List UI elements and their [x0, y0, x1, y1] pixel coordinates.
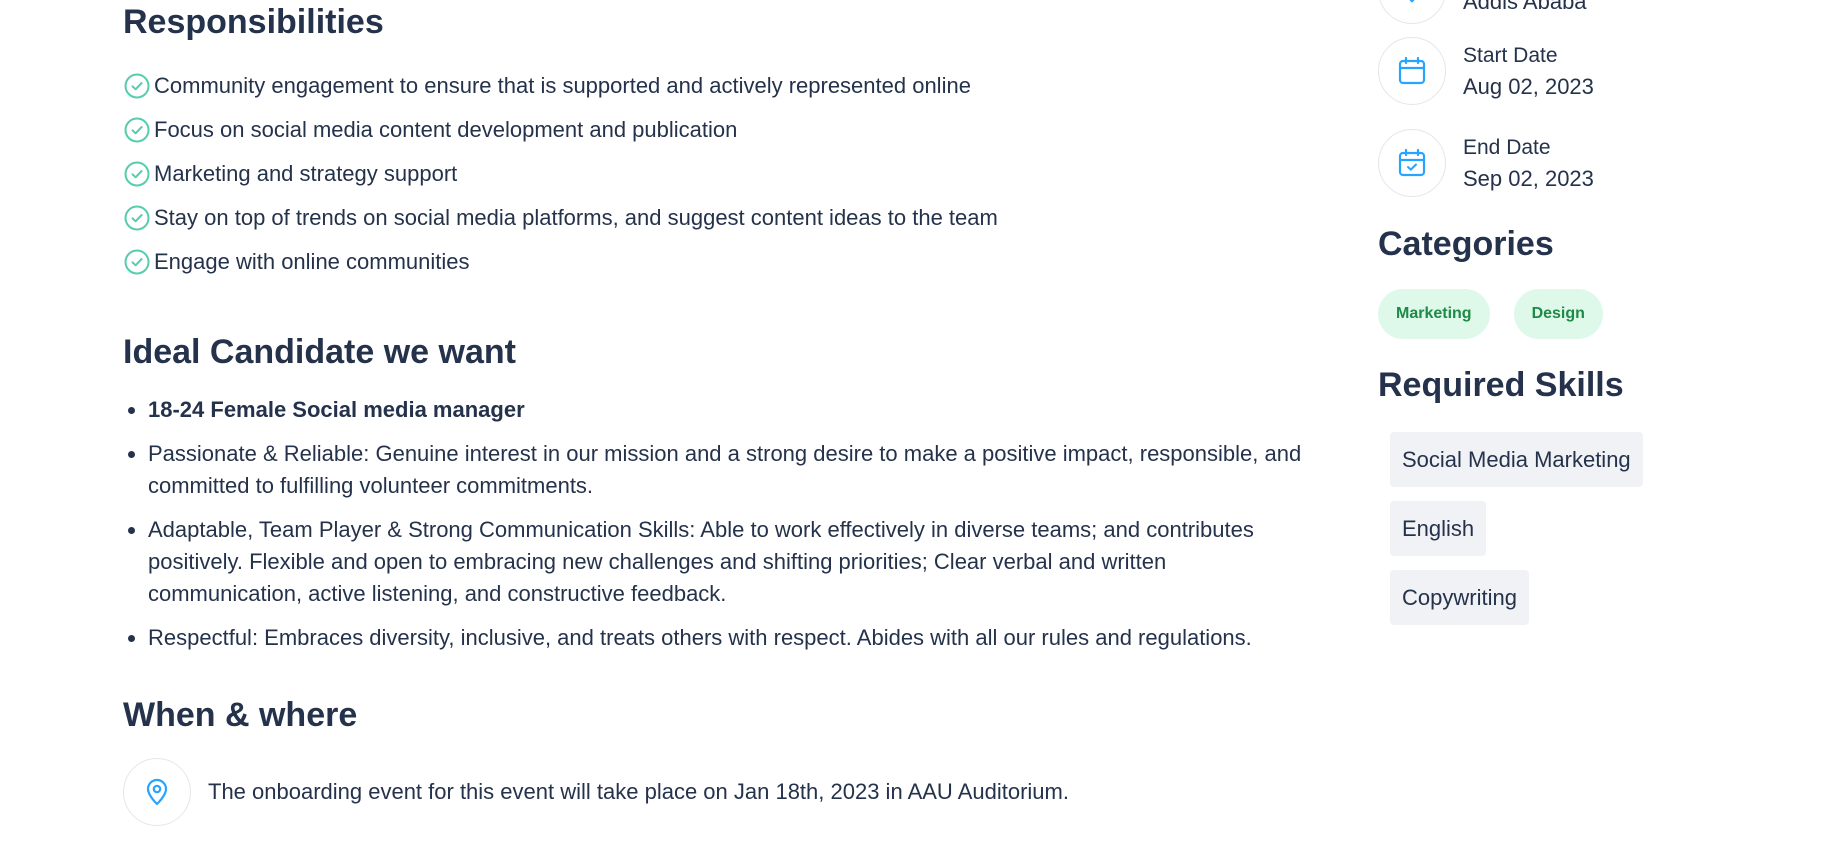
- end-date-value: Sep 02, 2023: [1463, 166, 1594, 191]
- when-where-text: The onboarding event for this event will…: [208, 779, 1069, 804]
- job-detail-page: Responsibilities Community engagement to…: [0, 0, 1821, 862]
- ideal-candidate-list: 18-24 Female Social media manager Passio…: [123, 394, 1303, 666]
- responsibility-text: Focus on social media content developmen…: [154, 117, 738, 142]
- calendar-check-icon: [1378, 129, 1446, 197]
- start-date-label: Start Date: [1463, 44, 1558, 67]
- list-item: 18-24 Female Social media manager: [123, 394, 1303, 426]
- skill-chip: English: [1390, 501, 1487, 556]
- categories-heading: Categories: [1378, 225, 1554, 263]
- responsibilities-list: Community engagement to ensure that is s…: [123, 64, 998, 284]
- check-circle-icon: [123, 116, 151, 144]
- categories-tags: Marketing Design: [1378, 289, 1603, 339]
- list-item: Focus on social media content developmen…: [123, 108, 998, 152]
- check-circle-icon: [123, 248, 151, 276]
- when-where-heading: When & where: [123, 696, 358, 734]
- skills-list: Social Media Marketing English Copywriti…: [1390, 432, 1643, 639]
- category-tag-design[interactable]: Design: [1513, 289, 1603, 339]
- skill-chip: Social Media Marketing: [1390, 432, 1643, 487]
- skill-chip: Copywriting: [1390, 570, 1529, 625]
- location-row: Addis Ababa: [1378, 0, 1587, 24]
- responsibilities-heading: Responsibilities: [123, 3, 384, 41]
- ideal-candidate-heading: Ideal Candidate we want: [123, 333, 516, 371]
- calendar-icon: [1378, 37, 1446, 105]
- required-skills-heading: Required Skills: [1378, 366, 1624, 404]
- location-value: Addis Ababa: [1463, 0, 1587, 14]
- end-date-label: End Date: [1463, 136, 1551, 159]
- list-item: Marketing and strategy support: [123, 152, 998, 196]
- start-date-row: Start Date Aug 02, 2023: [1378, 37, 1594, 105]
- responsibility-text: Engage with online communities: [154, 249, 470, 274]
- check-circle-icon: [123, 72, 151, 100]
- start-date-value: Aug 02, 2023: [1463, 74, 1594, 99]
- location-pin-icon: [123, 758, 191, 826]
- check-circle-icon: [123, 204, 151, 232]
- responsibility-text: Stay on top of trends on social media pl…: [154, 205, 998, 230]
- list-item: Passionate & Reliable: Genuine interest …: [123, 438, 1303, 502]
- list-item: Respectful: Embraces diversity, inclusiv…: [123, 622, 1303, 654]
- list-item: Stay on top of trends on social media pl…: [123, 196, 998, 240]
- category-tag-marketing[interactable]: Marketing: [1378, 289, 1490, 339]
- end-date-row: End Date Sep 02, 2023: [1378, 129, 1594, 197]
- responsibility-text: Marketing and strategy support: [154, 161, 458, 186]
- check-circle-icon: [123, 160, 151, 188]
- list-item: Adaptable, Team Player & Strong Communic…: [123, 514, 1303, 610]
- list-item: Engage with online communities: [123, 240, 998, 284]
- responsibility-text: Community engagement to ensure that is s…: [154, 73, 971, 98]
- when-where-row: The onboarding event for this event will…: [123, 758, 1069, 826]
- list-item: Community engagement to ensure that is s…: [123, 64, 998, 108]
- location-pin-icon: [1378, 0, 1446, 24]
